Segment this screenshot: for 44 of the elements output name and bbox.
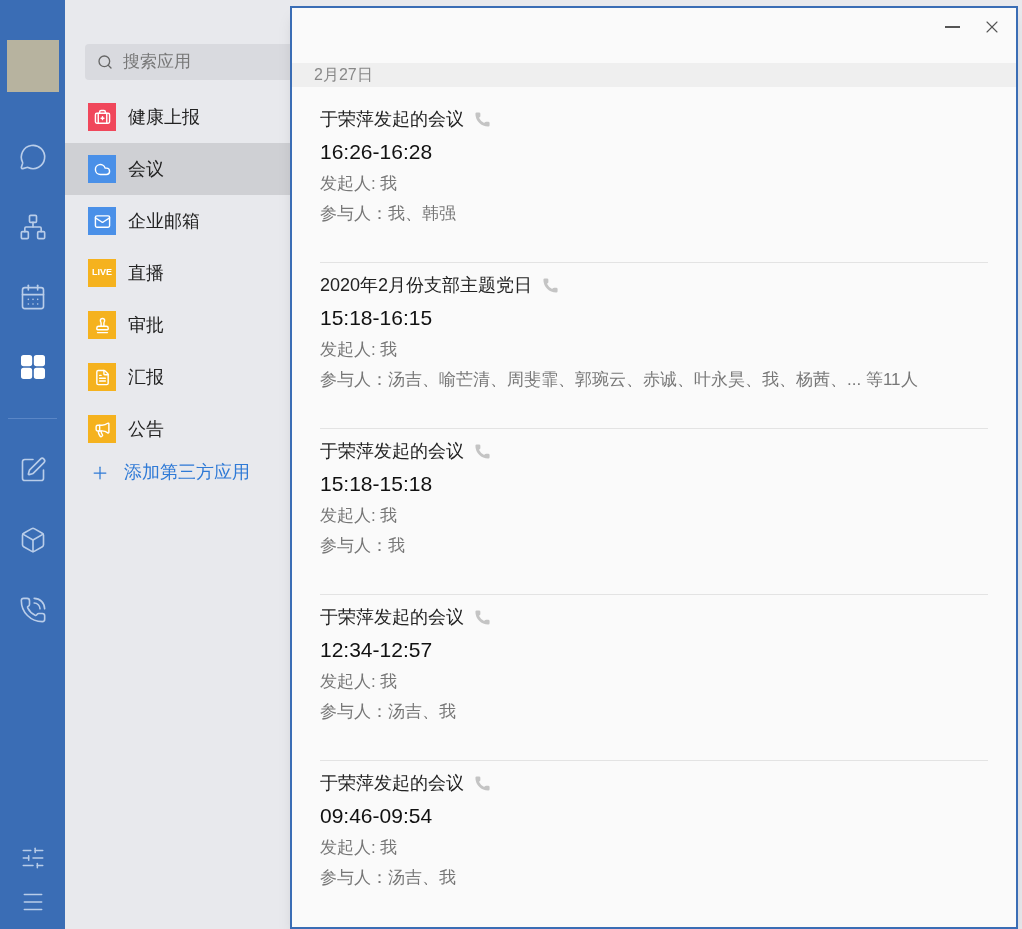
search-field[interactable]: 搜索应用 <box>85 44 290 80</box>
meeting-card[interactable]: 于荣萍发起的会议 09:46-09:54 发起人: 我 参与人：汤吉、我 <box>320 761 988 927</box>
participants-text: 参与人：我、韩强 <box>320 203 457 225</box>
meeting-card[interactable]: 2020年2月份支部主题党日 15:18-16:15 发起人: 我 参与人：汤吉、喻芒清、周斐霏、郭琬云、赤诚、叶永昊、我、杨茜、... 等11人 <box>320 263 988 429</box>
phone-icon <box>474 110 491 128</box>
add-app-link[interactable]: 添加第三方应用 <box>90 459 290 486</box>
minimize-icon <box>944 26 960 28</box>
participants-text: 参与人：汤吉、我 <box>320 867 457 889</box>
initiator-text: 发起人: 我 <box>320 339 399 361</box>
app-list-item[interactable]: 汇报 <box>65 351 290 403</box>
meeting-title: 于荣萍发起的会议 <box>320 605 464 629</box>
meeting-time: 12:34-12:57 <box>320 637 434 663</box>
date-header: 2月27日 <box>292 62 1016 87</box>
initiator-text: 发起人: 我 <box>320 671 399 693</box>
meeting-title: 于荣萍发起的会议 <box>320 771 464 795</box>
meeting-title: 2020年2月份支部主题党日 <box>320 273 533 297</box>
phone-icon <box>474 442 491 460</box>
initiator-text: 发起人: 我 <box>320 173 399 195</box>
meeting-time: 16:26-16:28 <box>320 139 434 165</box>
participants-text: 参与人：汤吉、喻芒清、周斐霏、郭琬云、赤诚、叶永昊、我、杨茜、... 等11人 <box>320 369 919 391</box>
meeting-title: 于荣萍发起的会议 <box>320 107 464 131</box>
app-list-item[interactable]: 审批 <box>65 299 290 351</box>
search-icon <box>97 54 113 70</box>
meeting-time: 15:18-16:15 <box>320 305 434 331</box>
initiator-text: 发起人: 我 <box>320 837 399 859</box>
app-list-item[interactable]: 企业邮箱 <box>65 195 290 247</box>
initiator-text: 发起人: 我 <box>320 505 399 527</box>
meeting-title: 于荣萍发起的会议 <box>320 439 464 463</box>
app-list-item[interactable]: 会议 <box>65 143 290 195</box>
search-input[interactable]: 搜索应用 <box>123 49 263 75</box>
meeting-time: 09:46-09:54 <box>320 803 434 829</box>
phone-icon <box>474 608 491 626</box>
meeting-card[interactable]: 于荣萍发起的会议 15:18-15:18 发起人: 我 参与人：我 <box>320 429 988 595</box>
app-list-item[interactable]: 健康上报 <box>65 91 290 143</box>
participants-text: 参与人：汤吉、我 <box>320 701 457 723</box>
participants-text: 参与人：我 <box>320 535 406 557</box>
phone-icon <box>474 774 491 792</box>
meeting-card[interactable]: 于荣萍发起的会议 12:34-12:57 发起人: 我 参与人：汤吉、我 <box>320 595 988 761</box>
app-list-item[interactable]: LIVE 直播 <box>65 247 290 299</box>
meeting-time: 15:18-15:18 <box>320 471 434 497</box>
phone-icon <box>542 276 560 294</box>
meeting-card[interactable]: 于荣萍发起的会议 16:26-16:28 发起人: 我 参与人：我、韩强 <box>320 97 988 263</box>
app-tile-icon: LIVE <box>88 259 116 287</box>
app-list-item[interactable]: 公告 <box>65 403 290 455</box>
